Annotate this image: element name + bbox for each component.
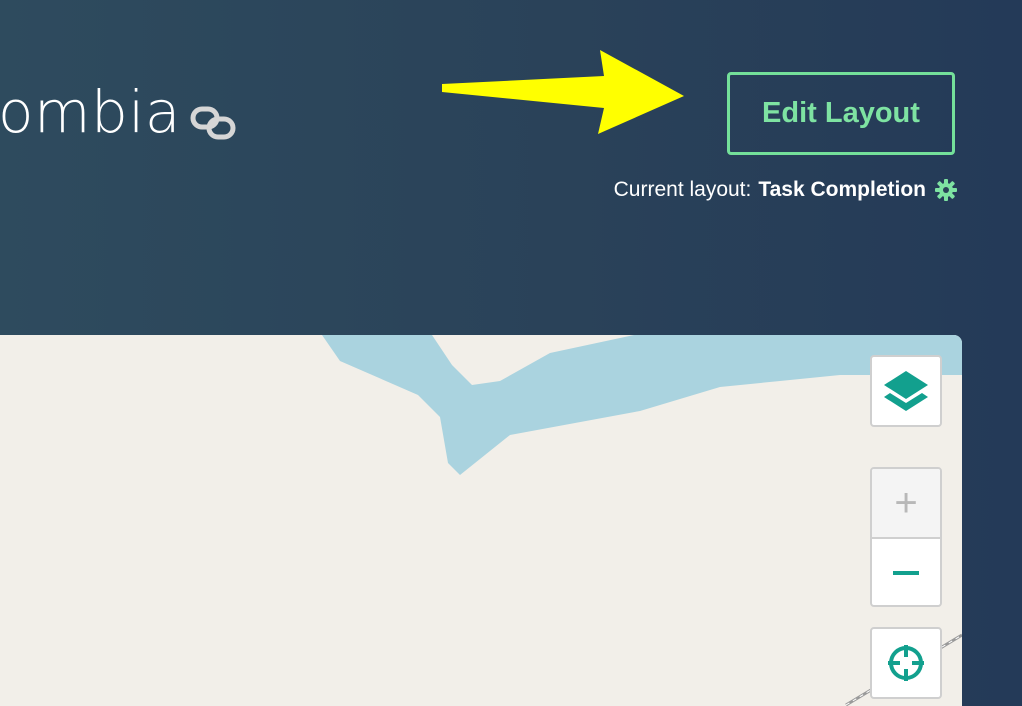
gear-icon[interactable]: [934, 178, 958, 202]
layers-icon: [884, 371, 928, 411]
current-layout: Current layout: Task Completion: [614, 178, 958, 202]
map-water: [322, 335, 962, 706]
annotation-arrow-icon: [442, 50, 684, 134]
minus-icon: [893, 571, 919, 575]
zoom-in-button[interactable]: +: [872, 469, 940, 539]
layers-button[interactable]: [870, 355, 942, 427]
edit-layout-button[interactable]: Edit Layout: [727, 72, 955, 155]
link-icon[interactable]: [190, 105, 236, 141]
page-title: ombia: [0, 78, 181, 146]
crosshair-icon: [888, 645, 924, 681]
current-layout-value: Task Completion: [758, 178, 926, 201]
locate-button[interactable]: [870, 627, 942, 699]
zoom-out-button[interactable]: [872, 539, 940, 605]
zoom-control: +: [870, 467, 942, 607]
map[interactable]: +: [0, 335, 962, 706]
page: ombia Edit Layout Current layout: Task C…: [0, 0, 1022, 706]
current-layout-label: Current layout:: [613, 178, 752, 201]
